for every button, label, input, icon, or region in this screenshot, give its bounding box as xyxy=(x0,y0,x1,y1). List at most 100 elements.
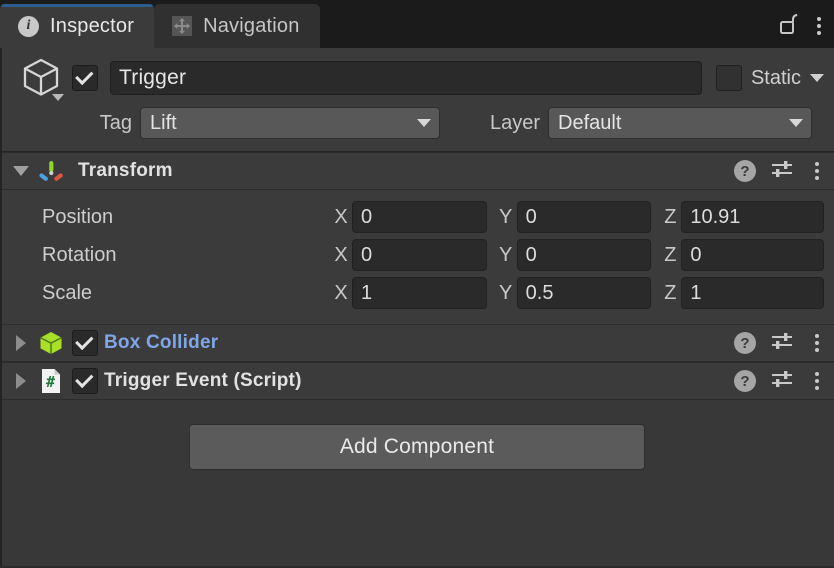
layer-dropdown[interactable]: Default xyxy=(548,107,812,139)
rotation-y-input[interactable]: 0 xyxy=(516,239,652,271)
axis-letter-z: Z xyxy=(664,281,677,304)
position-z-input[interactable]: 10.91 xyxy=(681,201,825,233)
kebab-menu-icon[interactable] xyxy=(808,331,826,355)
axis-letter-y: Y xyxy=(499,281,513,304)
rotation-y: Y 0 xyxy=(495,239,660,271)
chevron-down-icon xyxy=(417,119,431,127)
transform-axis-gizmo-icon xyxy=(38,158,64,184)
gameobject-name-input[interactable]: Trigger xyxy=(110,61,702,95)
cube-wireframe-icon[interactable] xyxy=(10,51,72,105)
position-x: X 0 xyxy=(330,201,495,233)
rotation-x-input[interactable]: 0 xyxy=(352,239,487,271)
position-y: Y 0 xyxy=(495,201,660,233)
component-title-transform: Transform xyxy=(78,160,173,181)
tab-bar: i Inspector Navigation xyxy=(0,0,834,48)
gameobject-name-value: Trigger xyxy=(119,66,187,89)
layer-label: Layer xyxy=(489,111,540,134)
help-icon[interactable]: ? xyxy=(734,370,756,392)
box-collider-green-cube-icon xyxy=(38,330,64,356)
layer-value: Default xyxy=(558,111,622,134)
foldout-toggle-box-collider[interactable] xyxy=(10,332,32,354)
transform-row-rotation: Rotation X 0 Y 0 Z 0 xyxy=(0,236,834,274)
preset-settings-icon[interactable] xyxy=(770,368,794,395)
scale-z-value: 1 xyxy=(690,281,702,304)
scale-z-input[interactable]: 1 xyxy=(681,277,825,309)
axis-letter-x: X xyxy=(334,205,348,228)
help-icon[interactable]: ? xyxy=(734,332,756,354)
unlocked-padlock-icon[interactable] xyxy=(778,12,798,41)
chevron-down-icon xyxy=(52,94,64,101)
scale-y-value: 0.5 xyxy=(525,281,554,304)
rotation-z-input[interactable]: 0 xyxy=(681,239,825,271)
component-actions-trigger-event: ? xyxy=(734,363,826,399)
kebab-menu-icon[interactable] xyxy=(810,14,828,38)
position-x-value: 0 xyxy=(361,205,373,228)
scale-x: X 1 xyxy=(330,277,495,309)
rotation-x-value: 0 xyxy=(361,243,373,266)
kebab-menu-icon[interactable] xyxy=(808,159,826,183)
preset-settings-icon[interactable] xyxy=(770,158,794,185)
static-checkbox[interactable] xyxy=(715,65,742,91)
gameobject-header: Trigger Static Tag Lift Layer Default xyxy=(0,48,834,152)
scale-x-value: 1 xyxy=(361,281,373,304)
triangle-right-icon xyxy=(16,373,26,389)
component-header-trigger-event[interactable]: # Trigger Event (Script) ? xyxy=(0,362,834,400)
triangle-down-icon xyxy=(13,166,29,176)
transform-body: Position X 0 Y 0 Z 10.91 Rotation X 0 Y … xyxy=(0,190,834,324)
add-component-button[interactable]: Add Component xyxy=(189,424,645,470)
component-header-transform[interactable]: Transform ? xyxy=(0,152,834,190)
foldout-toggle-transform[interactable] xyxy=(10,160,32,182)
box-collider-enabled-checkbox[interactable] xyxy=(72,330,98,356)
unity-inspector-window: i Inspector Navigation Trigger Static Ta… xyxy=(0,0,834,568)
gameobject-name-row: Trigger Static xyxy=(10,58,824,101)
tab-navigation[interactable]: Navigation xyxy=(154,4,320,48)
preset-settings-icon[interactable] xyxy=(770,330,794,357)
rotation-y-value: 0 xyxy=(525,243,537,266)
scale-label: Scale xyxy=(42,281,93,304)
info-icon: i xyxy=(18,15,39,37)
tag-value: Lift xyxy=(150,111,177,134)
csharp-script-icon: # xyxy=(38,368,64,394)
scale-y: Y 0.5 xyxy=(495,277,660,309)
scale-x-input[interactable]: 1 xyxy=(352,277,487,309)
position-y-value: 0 xyxy=(525,205,537,228)
static-group: Static xyxy=(715,65,824,91)
rotation-z-value: 0 xyxy=(690,243,702,266)
component-title-box-collider: Box Collider xyxy=(104,332,219,353)
navigation-move-icon xyxy=(172,16,193,36)
position-label: Position xyxy=(42,205,114,228)
component-title-trigger-event: Trigger Event (Script) xyxy=(104,370,302,391)
trigger-event-enabled-checkbox[interactable] xyxy=(72,368,98,394)
axis-letter-x: X xyxy=(334,243,348,266)
foldout-toggle-trigger-event[interactable] xyxy=(10,370,32,392)
position-z-value: 10.91 xyxy=(690,205,741,228)
static-label: Static xyxy=(750,66,801,89)
tag-layer-row: Tag Lift Layer Default xyxy=(10,104,824,142)
tag-label: Tag xyxy=(99,111,132,134)
static-dropdown-caret-icon[interactable] xyxy=(810,74,824,82)
gameobject-enabled-checkbox[interactable] xyxy=(72,65,98,91)
scale-z: Z 1 xyxy=(659,277,825,309)
tab-inspector-label: Inspector xyxy=(50,14,135,37)
svg-text:#: # xyxy=(46,373,55,391)
component-header-box-collider[interactable]: Box Collider ? xyxy=(0,324,834,362)
rotation-label: Rotation xyxy=(42,243,117,266)
tab-inspector[interactable]: i Inspector xyxy=(0,4,155,48)
add-component-area: Add Component xyxy=(0,400,834,470)
tag-dropdown[interactable]: Lift xyxy=(140,107,440,139)
kebab-menu-icon[interactable] xyxy=(808,369,826,393)
chevron-down-icon xyxy=(789,119,803,127)
tab-navigation-label: Navigation xyxy=(203,14,300,37)
axis-letter-z: Z xyxy=(664,243,677,266)
component-actions-transform: ? xyxy=(734,153,826,189)
position-x-input[interactable]: 0 xyxy=(352,201,487,233)
component-actions-box-collider: ? xyxy=(734,325,826,361)
axis-letter-y: Y xyxy=(499,205,513,228)
triangle-right-icon xyxy=(16,335,26,351)
position-y-input[interactable]: 0 xyxy=(516,201,652,233)
transform-row-position: Position X 0 Y 0 Z 10.91 xyxy=(0,198,834,236)
panel-left-edge xyxy=(0,48,2,568)
help-icon[interactable]: ? xyxy=(734,160,756,182)
tab-bar-actions xyxy=(778,8,828,44)
scale-y-input[interactable]: 0.5 xyxy=(516,277,652,309)
